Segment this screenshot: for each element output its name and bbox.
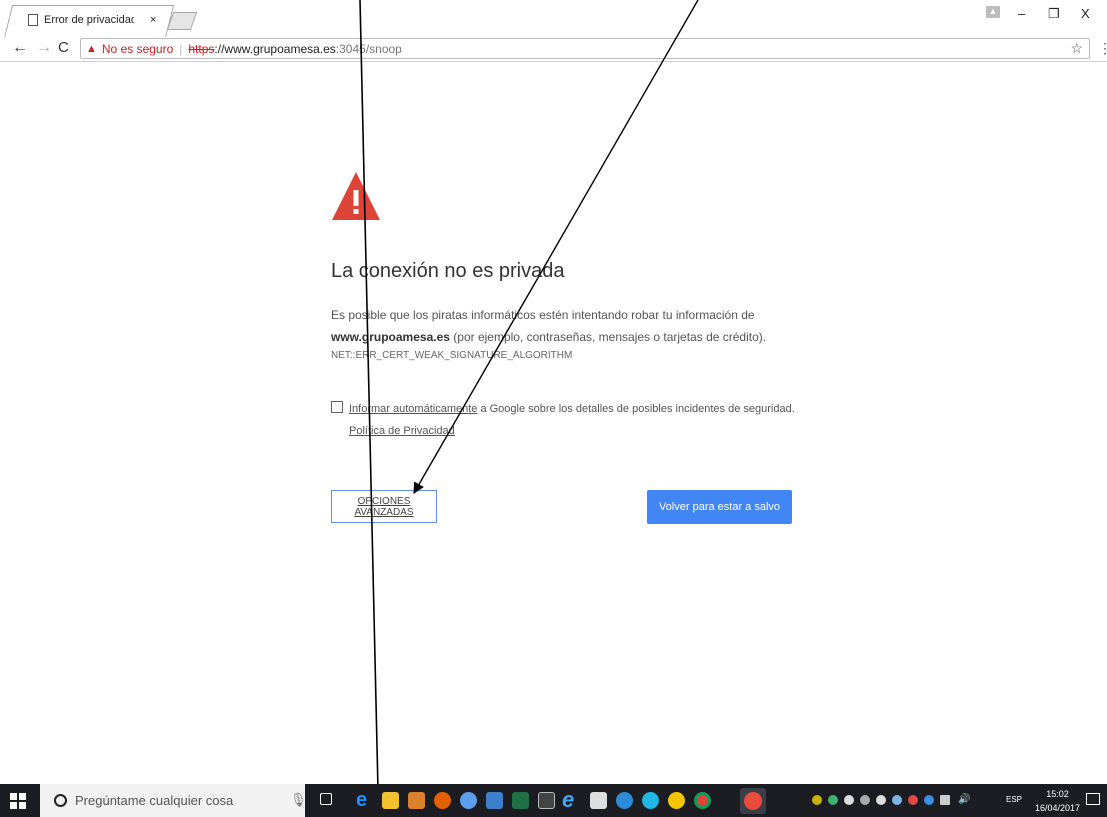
tray-icon-network[interactable] — [892, 795, 902, 805]
terminal-icon[interactable] — [538, 792, 555, 809]
tray-icon-shield[interactable] — [844, 795, 854, 805]
reload-button[interactable]: C — [58, 39, 69, 57]
address-bar[interactable]: ▲ No es seguro | https://www.grupoamesa.… — [80, 38, 1090, 59]
window-maximize-button[interactable]: ❐ — [1048, 6, 1060, 22]
bookmark-star-icon[interactable]: ☆ — [1070, 40, 1083, 57]
warning-triangle-icon — [332, 172, 380, 220]
search-placeholder: Pregúntame cualquier cosa — [75, 793, 234, 808]
tray-icon-green[interactable] — [828, 795, 838, 805]
file-explorer-icon[interactable] — [382, 792, 399, 809]
calculator-icon[interactable] — [590, 792, 607, 809]
url-scheme: https — [188, 41, 215, 56]
app-icon-cyan[interactable] — [642, 792, 659, 809]
back-to-safety-button[interactable]: Volver para estar a salvo — [647, 490, 792, 524]
window-minimize-button[interactable]: – — [1018, 6, 1025, 21]
tab-strip: Error de privacidad × ▲ – ❐ X — [0, 0, 1107, 38]
firefox-icon[interactable] — [434, 792, 451, 809]
notification-center-icon[interactable] — [1086, 793, 1100, 805]
browser-menu-icon[interactable]: ⋮ — [1098, 40, 1107, 57]
browser-toolbar: ← → C ▲ No es seguro | https://www.grupo… — [0, 37, 1107, 62]
tray-icon-usb[interactable] — [860, 795, 870, 805]
explanation-text: Es posible que los piratas informáticos … — [331, 304, 801, 348]
task-view-icon[interactable] — [320, 793, 332, 805]
app-icon-blue[interactable] — [460, 792, 477, 809]
profile-icon[interactable]: ▲ — [986, 6, 1000, 18]
ie-icon[interactable]: e — [562, 789, 579, 811]
volume-icon[interactable]: 🔊 — [958, 795, 978, 805]
explanation-line1: Es posible que los piratas informáticos … — [331, 308, 755, 322]
windows-taskbar: Pregúntame cualquier cosa 🎙 e e 🔊 ESP 15… — [0, 784, 1107, 817]
explanation-line2: (por ejemplo, contraseñas, mensajes o ta… — [449, 330, 767, 344]
app-icon-active[interactable] — [740, 788, 766, 814]
explanation-domain: www.grupoamesa.es — [331, 330, 450, 344]
back-button[interactable]: ← — [12, 39, 28, 57]
url-path: :3045/snoop — [335, 41, 402, 56]
tab-close-icon[interactable]: × — [150, 14, 156, 26]
windows-start-icon[interactable] — [10, 793, 26, 809]
excel-icon[interactable] — [512, 792, 529, 809]
advanced-options-button[interactable]: OPCIONES AVANZADAS — [331, 490, 437, 523]
edge-icon[interactable]: e — [356, 790, 373, 810]
app-icon-teal[interactable] — [616, 792, 633, 809]
warning-icon[interactable]: ▲ — [86, 43, 97, 55]
taskbar-clock[interactable]: 15:02 16/04/2017 — [1035, 787, 1080, 815]
tray-icon-red[interactable] — [908, 795, 918, 805]
insecure-label[interactable]: No es seguro — [102, 42, 173, 56]
input-language[interactable]: ESP — [1006, 795, 1022, 804]
microphone-icon[interactable]: 🎙 — [290, 792, 307, 808]
window-close-button[interactable]: X — [1081, 6, 1090, 21]
privacy-policy-link[interactable]: Política de Privacidad — [349, 425, 455, 437]
app-icon-orange[interactable] — [408, 792, 425, 809]
forward-button[interactable]: → — [36, 39, 52, 57]
url-host: ://www.grupoamesa.es — [214, 41, 336, 56]
report-text: a Google sobre los detalles de posibles … — [477, 403, 795, 415]
tab-title: Error de privacidad — [44, 14, 134, 26]
tray-icon-bug[interactable] — [812, 795, 822, 805]
cortana-icon — [54, 794, 67, 807]
tray-icon-monitor[interactable] — [940, 795, 950, 805]
report-checkbox[interactable] — [331, 401, 343, 413]
new-tab-button[interactable] — [166, 12, 198, 30]
page-title: La conexión no es privada — [331, 260, 565, 282]
app-icon-news[interactable] — [486, 792, 503, 809]
report-link[interactable]: Informar automáticamente — [349, 403, 477, 415]
tray-icon-cloud[interactable] — [876, 795, 886, 805]
report-label: Informar automáticamente a Google sobre … — [349, 398, 804, 442]
clock-date: 16/04/2017 — [1035, 803, 1081, 813]
tray-icon-blue[interactable] — [924, 795, 934, 805]
taskbar-search-box[interactable]: Pregúntame cualquier cosa — [40, 784, 305, 817]
app-icon-yellow[interactable] — [668, 792, 685, 809]
omnibox-separator: | — [179, 41, 183, 56]
browser-tab-content[interactable]: Error de privacidad × — [14, 5, 174, 35]
page-icon — [28, 14, 38, 26]
privacy-error-page: La conexión no es privada Es posible que… — [0, 62, 1107, 784]
chrome-icon[interactable] — [694, 792, 711, 809]
clock-time: 15:02 — [1046, 789, 1069, 799]
error-code[interactable]: NET::ERR_CERT_WEAK_SIGNATURE_ALGORITHM — [331, 350, 572, 361]
